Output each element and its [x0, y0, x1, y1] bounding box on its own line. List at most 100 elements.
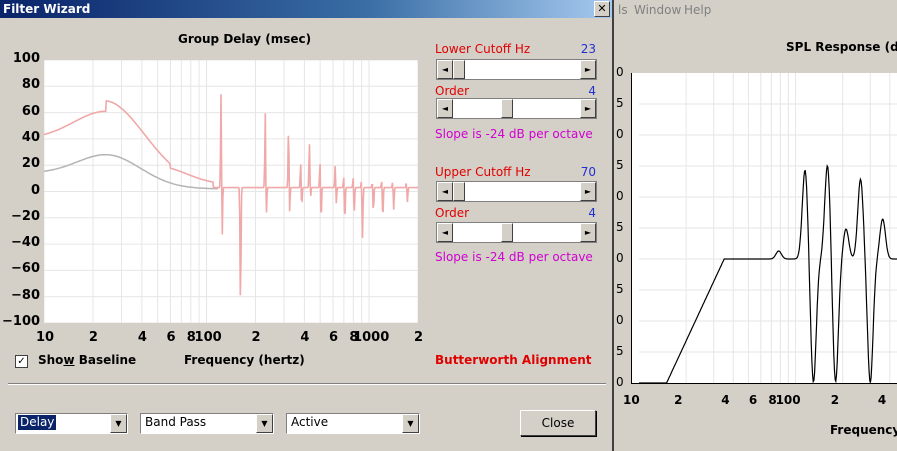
x-tick-label: 2 [251, 330, 261, 345]
show-baseline-checkbox[interactable]: ✓ [15, 355, 28, 368]
lower-cutoff-value: 23 [580, 42, 596, 56]
spl-y-tick-label: 5 [616, 220, 624, 234]
spl-y-tick-label: 0 [616, 251, 624, 265]
slider-left-arrow-icon[interactable]: ◄ [437, 223, 453, 242]
spl-y-tick-label: 5 [616, 96, 624, 110]
chevron-down-icon[interactable]: ▼ [402, 414, 419, 433]
alignment-label: Butterworth Alignment [435, 353, 592, 367]
show-baseline-label-after: Baseline [74, 353, 137, 367]
slider-left-arrow-icon[interactable]: ◄ [437, 99, 453, 118]
spl-chart-title: SPL Response (dB) [786, 40, 897, 54]
x-tick-label: 4 [137, 330, 147, 345]
slider-right-arrow-icon[interactable]: ► [580, 60, 596, 79]
lower-order-slider[interactable]: ◄ ► [436, 98, 597, 119]
spl-x-tick-label: 100 [775, 393, 801, 407]
filter-mode-combo[interactable]: Active ▼ [286, 413, 420, 434]
upper-order-label: Order [435, 206, 470, 220]
upper-cutoff-label: Upper Cutoff Hz [435, 165, 531, 179]
x-tick-label: 2 [88, 330, 98, 345]
y-tick-label: 40 [21, 129, 40, 145]
spl-y-tick-label: 0 [616, 65, 624, 79]
spl-grid [639, 73, 897, 383]
spl-x-tick-label: 4 [721, 393, 730, 407]
y-tick-label: 0 [30, 182, 40, 198]
y-tick-label: 60 [21, 103, 40, 119]
close-icon[interactable]: ✕ [594, 1, 610, 17]
y-tick-label: 20 [21, 156, 40, 172]
slider-left-arrow-icon[interactable]: ◄ [437, 182, 453, 201]
show-baseline-label-before: Sho [38, 353, 64, 367]
x-tick-label: 1000 [353, 330, 390, 345]
title-bar[interactable]: Filter Wizard ✕ [0, 0, 612, 18]
slider-right-arrow-icon[interactable]: ► [580, 99, 596, 118]
slider-left-arrow-icon[interactable]: ◄ [437, 60, 453, 79]
lower-slope-text: Slope is -24 dB per octave [435, 127, 593, 141]
background-menubar: ls Window Help [614, 0, 897, 20]
y-tick-label: −20 [11, 208, 40, 224]
filter-wizard-dialog: Filter Wizard ✕ Group Delay (msec) 100 80… [0, 0, 614, 451]
y-tick-label: −60 [11, 261, 40, 277]
spl-x-tick-label: 10 [623, 393, 640, 407]
upper-order-slider[interactable]: ◄ ► [436, 222, 597, 243]
spl-y-tick-label: 0 [616, 189, 624, 203]
group-delay-x-axis-label: Frequency (hertz) [184, 353, 305, 367]
filter-mode-value: Active [291, 415, 329, 429]
spl-y-tick-label: 5 [616, 344, 624, 358]
y-tick-label: −40 [11, 235, 40, 251]
x-tick-label: 10 [36, 330, 55, 345]
chevron-down-icon[interactable]: ▼ [110, 414, 127, 433]
spl-x-tick-label: 2 [830, 393, 840, 407]
spl-y-tick-label: 5 [616, 158, 624, 172]
menu-item-help[interactable]: Help [684, 3, 711, 17]
slider-thumb[interactable] [501, 99, 513, 118]
x-tick-label: 100 [194, 330, 222, 345]
x-tick-label: 6 [329, 330, 339, 345]
y-tick-label: 100 [12, 51, 40, 66]
upper-slope-text: Slope is -24 dB per octave [435, 250, 593, 264]
slider-thumb[interactable] [501, 223, 513, 242]
x-tick-label: 4 [300, 330, 310, 345]
x-tick-label: 2 [414, 330, 424, 345]
slider-right-arrow-icon[interactable]: ► [580, 182, 596, 201]
show-baseline-label[interactable]: Show Baseline [38, 353, 136, 367]
upper-cutoff-slider[interactable]: ◄ ► [436, 181, 597, 202]
slider-right-arrow-icon[interactable]: ► [580, 223, 596, 242]
upper-cutoff-value: 70 [580, 165, 596, 179]
spl-y-tick-label: 0 [616, 313, 624, 327]
spl-x-axis-label: Frequency ( [830, 423, 897, 437]
menu-item-tools[interactable]: ls [618, 3, 628, 17]
lower-order-value: 4 [588, 84, 596, 98]
spl-x-tick-label: 4 [877, 393, 887, 407]
spl-y-tick-label: 5 [616, 282, 624, 296]
lower-cutoff-slider[interactable]: ◄ ► [436, 59, 597, 80]
separator [8, 383, 606, 385]
response-type-combo[interactable]: Delay ▼ [15, 413, 128, 434]
spl-y-tick-label: 0 [616, 127, 624, 141]
window-title: Filter Wizard [3, 2, 91, 16]
upper-order-value: 4 [588, 206, 596, 220]
menu-item-window[interactable]: Window [634, 3, 681, 17]
slider-thumb[interactable] [453, 60, 465, 79]
lower-order-label: Order [435, 84, 470, 98]
show-baseline-label-accelerator: w [63, 353, 75, 367]
y-tick-label: 80 [21, 77, 40, 93]
spl-response-plot [631, 73, 897, 384]
response-type-value: Delay [18, 415, 57, 430]
y-tick-label: −80 [11, 287, 40, 303]
chevron-down-icon[interactable]: ▼ [256, 414, 273, 433]
spl-x-tick-label: 2 [674, 393, 683, 407]
filter-type-value: Band Pass [145, 415, 207, 429]
spl-x-tick-label: 6 [748, 393, 758, 407]
background-app-window: ls Window Help SPL Response (dB) 0 5 0 5 0 5 0… [614, 0, 897, 451]
slider-thumb[interactable] [453, 182, 465, 201]
y-tick-label: −100 [2, 314, 41, 329]
baseline-curve [44, 153, 218, 190]
x-tick-label: 6 [166, 330, 176, 345]
close-button[interactable]: Close [520, 410, 596, 436]
lower-cutoff-label: Lower Cutoff Hz [435, 42, 531, 56]
group-delay-plot [44, 60, 418, 323]
group-delay-chart-title: Group Delay (msec) [178, 32, 312, 46]
filter-type-combo[interactable]: Band Pass ▼ [140, 413, 274, 434]
spl-y-tick-label: 0 [616, 375, 624, 389]
spl-response-curve [639, 164, 897, 383]
